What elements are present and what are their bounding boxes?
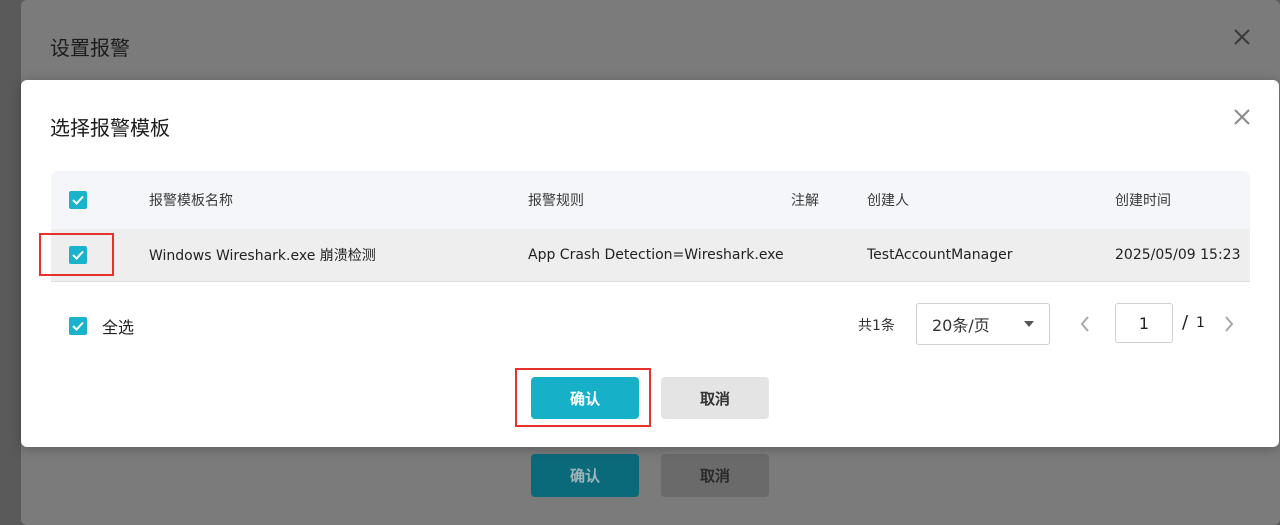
header-checkbox-cell (69, 191, 87, 209)
column-header-created-time: 创建时间 (1115, 193, 1171, 209)
table-row[interactable]: Windows Wireshark.exe 崩溃检测 App Crash Det… (51, 229, 1250, 282)
column-header-note: 注解 (791, 193, 819, 209)
page-number-input[interactable] (1115, 303, 1173, 343)
close-icon[interactable] (1231, 106, 1253, 128)
outer-cancel-button[interactable]: 取消 (661, 454, 769, 497)
column-header-name: 报警模板名称 (149, 193, 233, 209)
row-template-name: Windows Wireshark.exe 崩溃检测 (149, 248, 376, 264)
select-all-checkbox[interactable] (69, 317, 87, 335)
row-alert-rule: App Crash Detection=Wireshark.exe (528, 247, 784, 263)
table-header: 报警模板名称 报警规则 注解 创建人 创建时间 (51, 171, 1250, 229)
row-select-checkbox[interactable] (69, 246, 87, 264)
check-icon (72, 250, 84, 260)
dialog-title: 选择报警模板 (50, 116, 170, 140)
pager-total-pages: 1 (1196, 315, 1205, 331)
select-alert-template-dialog: 选择报警模板 报警模板名称 报警规则 注解 创建人 创建时间 Windows W… (21, 80, 1279, 447)
select-all-label: 全选 (102, 318, 135, 337)
template-table: 报警模板名称 报警规则 注解 创建人 创建时间 Windows Wireshar… (51, 171, 1250, 282)
header-select-checkbox[interactable] (69, 191, 87, 209)
row-creator: TestAccountManager (867, 247, 1013, 263)
page-size-select[interactable]: 20条/页 (916, 303, 1050, 345)
confirm-button[interactable]: 确认 (531, 377, 639, 419)
column-header-creator: 创建人 (867, 193, 909, 209)
pager-separator: / (1182, 312, 1189, 333)
close-icon[interactable] (1231, 26, 1253, 48)
chevron-down-icon (1024, 321, 1034, 327)
check-icon (72, 321, 84, 331)
row-created-time: 2025/05/09 15:23 (1115, 247, 1241, 263)
check-icon (72, 195, 84, 205)
outer-dialog-title: 设置报警 (50, 36, 130, 60)
outer-confirm-button[interactable]: 确认 (531, 454, 639, 497)
cancel-button[interactable]: 取消 (661, 377, 769, 419)
select-all[interactable]: 全选 (69, 314, 134, 338)
chevron-right-icon[interactable] (1222, 314, 1236, 334)
total-count: 共1条 (858, 318, 895, 334)
chevron-left-icon[interactable] (1078, 314, 1092, 334)
column-header-rule: 报警规则 (528, 193, 584, 209)
row-checkbox-cell (69, 246, 87, 264)
page-size-value: 20条/页 (932, 316, 990, 335)
